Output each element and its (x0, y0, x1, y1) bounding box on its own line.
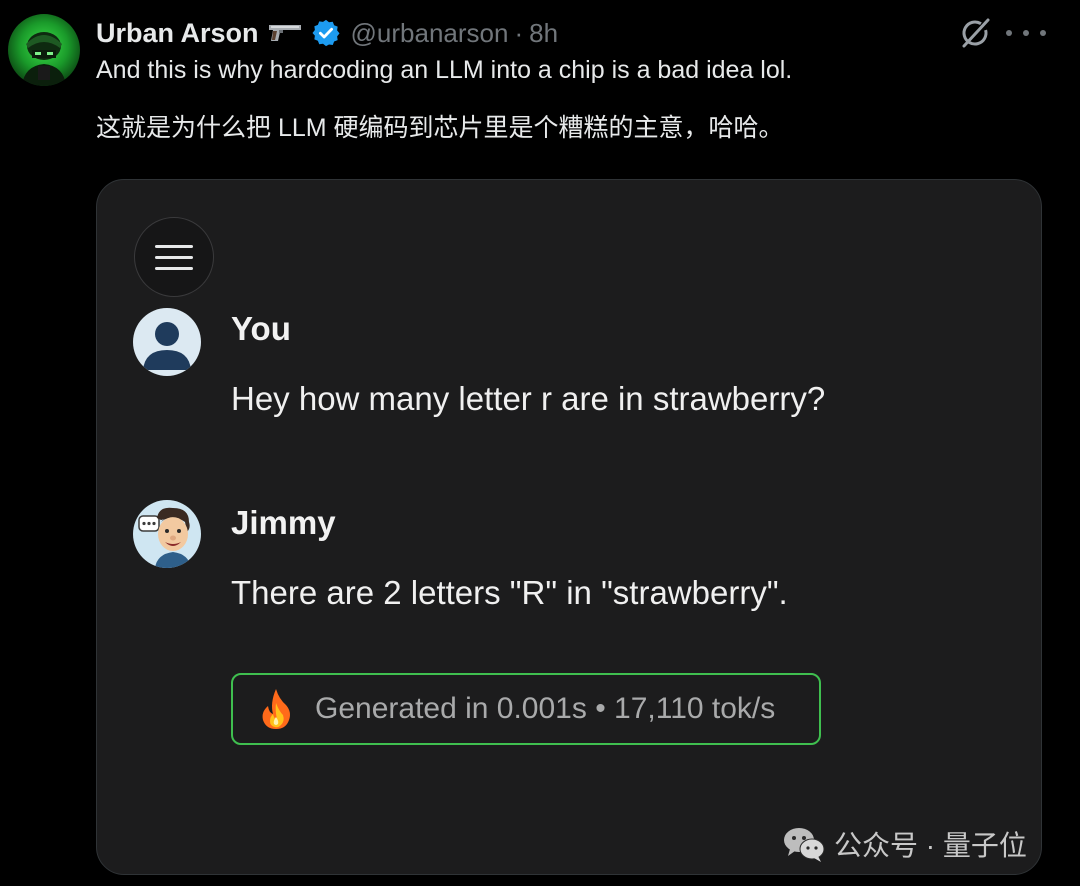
watermark-text: 公众号 · 量子位 (834, 830, 1027, 861)
watermark: 公众号 · 量子位 (782, 822, 1027, 866)
message-text: Hey how many letter r are in strawberry? (231, 380, 826, 417)
message-sender-name: Jimmy (231, 504, 336, 541)
separator-dot: · (514, 17, 524, 48)
pistol-icon (267, 21, 303, 45)
author-display-name[interactable]: Urban Arson (96, 18, 259, 49)
more-dot (1023, 30, 1029, 36)
verified-badge-icon[interactable] (311, 18, 341, 48)
message-sender-name: You (231, 310, 291, 347)
cartoon-man-avatar (133, 500, 201, 568)
post-media-image[interactable]: You Hey how many letter r are in strawbe… (96, 179, 1042, 875)
author-avatar-image (22, 32, 66, 86)
message-text: There are 2 letters "R" in "strawberry". (231, 574, 788, 611)
more-dot (1040, 30, 1046, 36)
grok-icon[interactable] (958, 16, 992, 50)
wechat-icon (784, 828, 825, 862)
user-silhouette-avatar (133, 308, 201, 376)
more-dot (1006, 30, 1012, 36)
fire-icon (262, 689, 290, 729)
post-header: Urban Arson @urbanarson · 8h (96, 14, 558, 52)
more-options-icon[interactable] (1006, 18, 1046, 48)
generation-stats-badge: Generated in 0.001s • 17,110 tok/s (231, 673, 821, 745)
post-text-english: And this is why hardcoding an LLM into a… (96, 56, 793, 84)
hamburger-menu-icon (134, 217, 214, 297)
post-text-chinese: 这就是为什么把 LLM 硬编码到芯片里是个糟糕的主意，哈哈。 (96, 114, 784, 142)
post-timestamp[interactable]: 8h (529, 18, 558, 49)
author-avatar[interactable] (8, 14, 80, 86)
generation-stats-text: Generated in 0.001s • 17,110 tok/s (315, 692, 776, 725)
author-handle[interactable]: @urbanarson (351, 18, 509, 49)
